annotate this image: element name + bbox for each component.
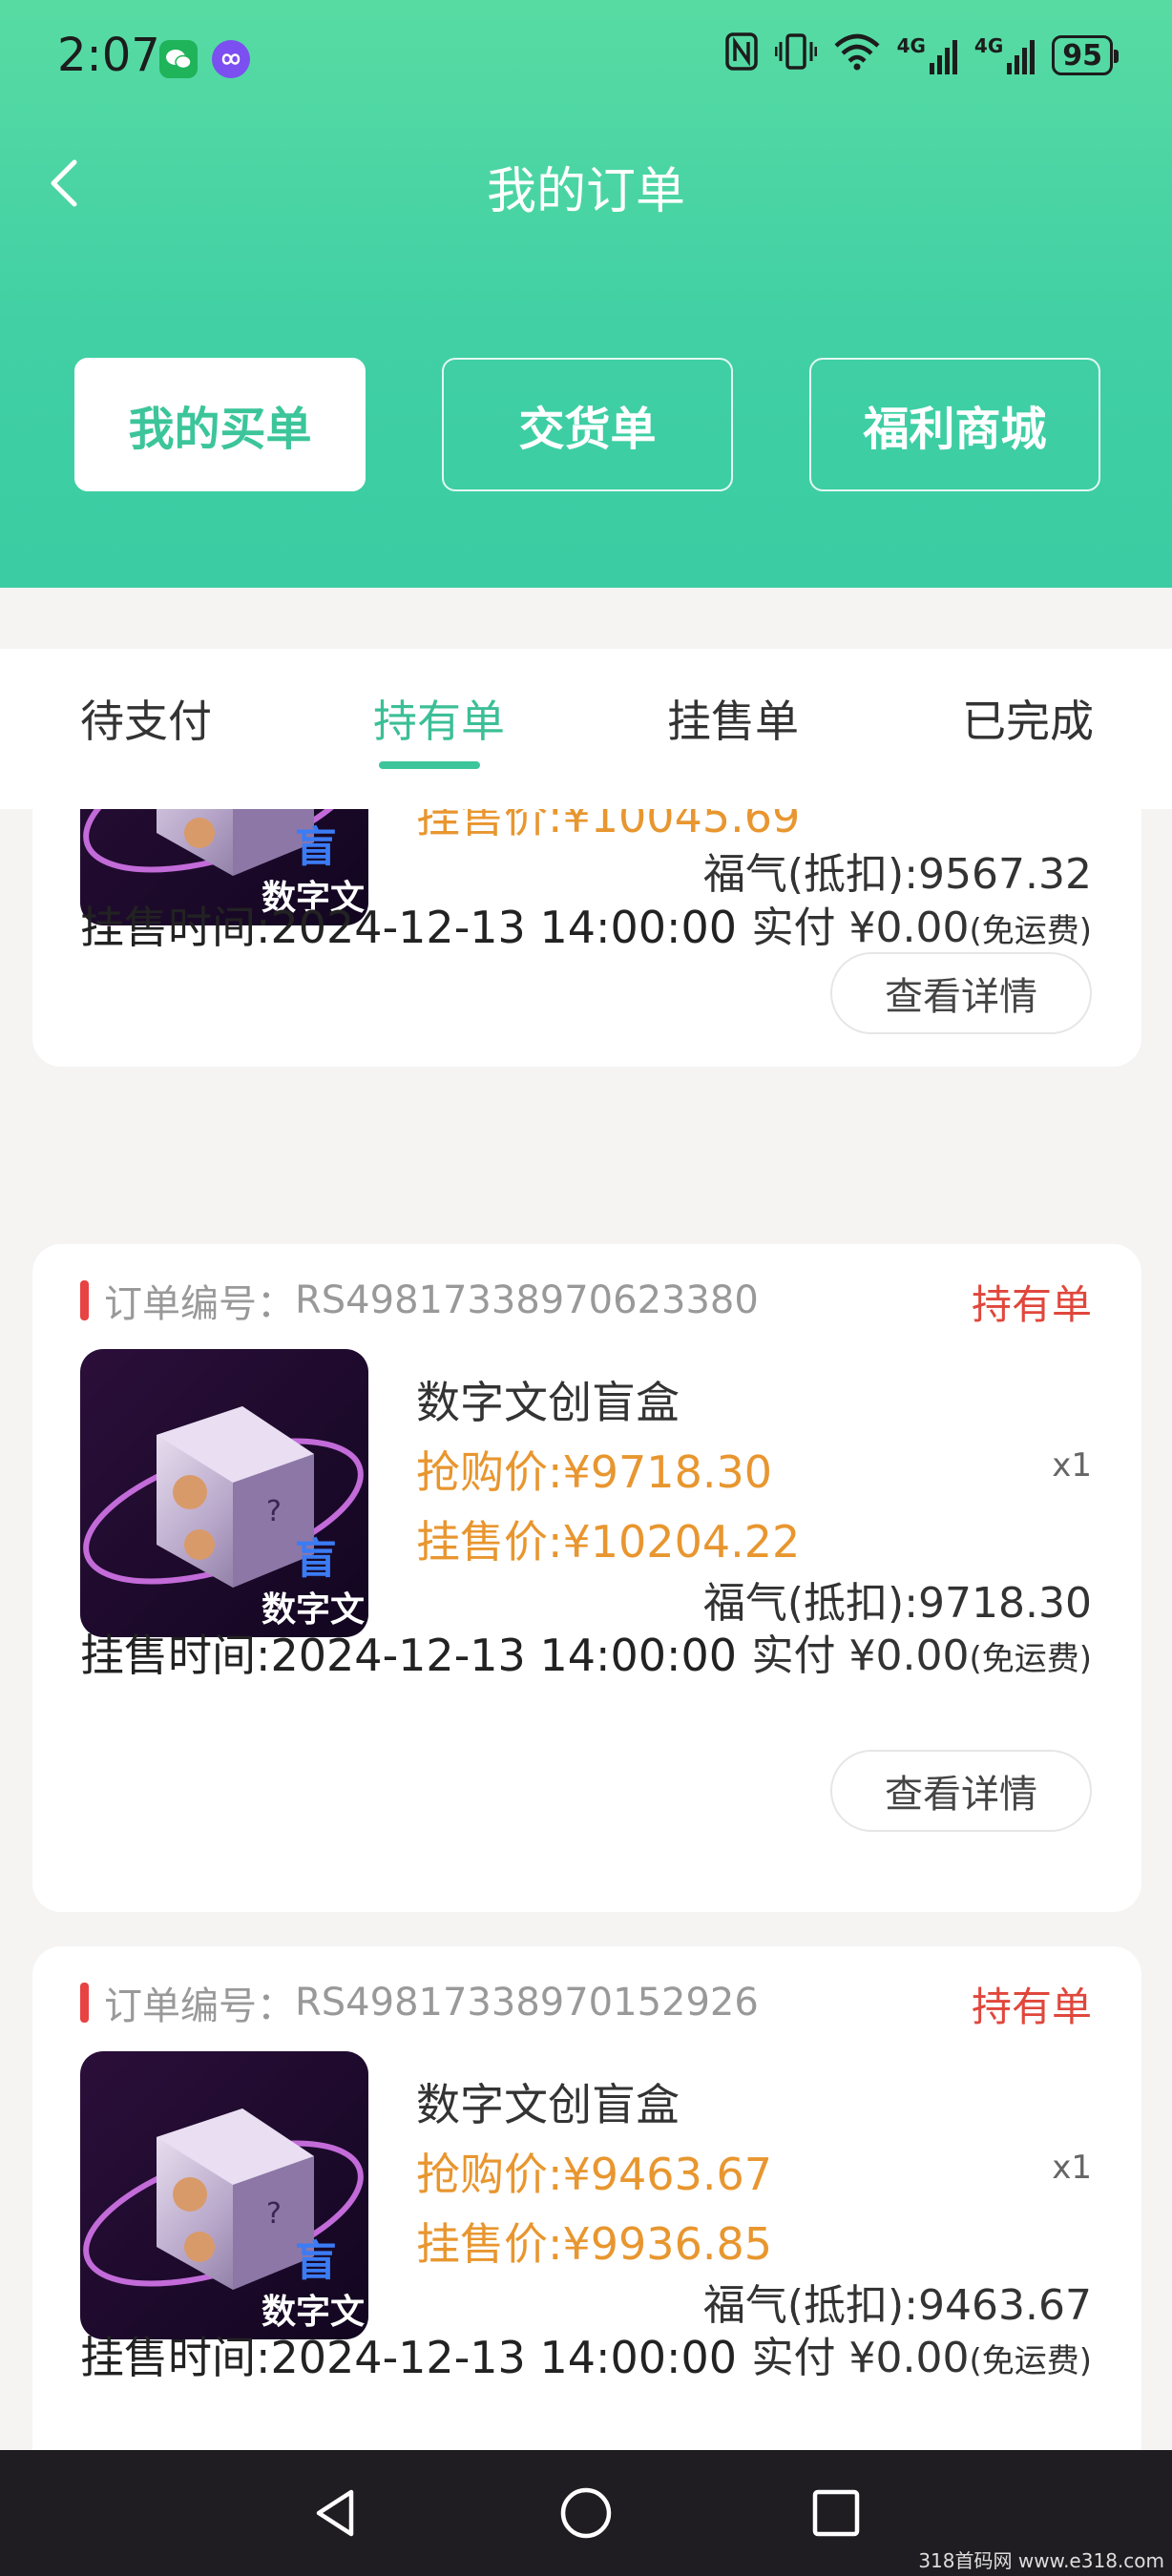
nav-recents-button[interactable] xyxy=(807,2484,865,2542)
buy-price: 抢购价:¥9718.30 xyxy=(416,1446,772,1498)
order-list[interactable]: ? 盲 数字文 挂售价:¥10045.69 福气(抵扣):9567.32 挂售时… xyxy=(0,809,1172,2450)
quantity: x1 xyxy=(1052,2149,1092,2187)
paid-amount: 实付 ¥0.00(免运费) xyxy=(752,893,1092,954)
order-card: 订单编号： RS49817338970152926 持有单 ? 盲 数字文 数字… xyxy=(32,1946,1141,2450)
listing-time: 挂售时间:2024-12-13 14:00:00 xyxy=(80,2332,738,2383)
paid-amount: 实付 ¥0.00(免运费) xyxy=(752,1621,1092,1682)
product-thumbnail[interactable]: ? 盲 数字文 xyxy=(80,1349,368,1637)
home-circle-icon xyxy=(560,2487,612,2539)
view-details-button[interactable]: 查看详情 xyxy=(830,1750,1092,1832)
order-number-label: 订单编号： xyxy=(104,1282,295,1326)
product-name: 数字文创盲盒 xyxy=(416,2079,680,2130)
recents-square-icon xyxy=(812,2489,860,2537)
battery-indicator: 95 xyxy=(1052,35,1119,75)
order-number: RS49817338970623380 xyxy=(295,1278,759,1322)
order-status-tabs: 待支付 持有单 挂售单 已完成 xyxy=(0,649,1172,809)
back-triangle-icon xyxy=(316,2489,354,2537)
paid-value: 实付 ¥0.00 xyxy=(751,2334,970,2382)
nav-back-button[interactable] xyxy=(307,2484,365,2542)
product-name: 数字文创盲盒 xyxy=(416,1377,680,1428)
accent-bar xyxy=(80,1280,89,1320)
svg-text:?: ? xyxy=(266,1495,282,1528)
nfc-icon xyxy=(724,32,758,78)
vibrate-icon xyxy=(774,32,818,78)
wifi-icon xyxy=(834,32,880,78)
wechat-icon xyxy=(159,40,198,78)
tab-delivery-orders[interactable]: 交货单 xyxy=(442,358,733,491)
active-tab-indicator xyxy=(379,761,480,769)
tab-pending-payment[interactable]: 待支付 xyxy=(80,687,212,750)
order-status: 持有单 xyxy=(971,1281,1092,1328)
quantity: x1 xyxy=(1052,1446,1092,1485)
tab-my-buy-orders[interactable]: 我的买单 xyxy=(74,358,366,491)
order-number: RS49817338970152926 xyxy=(295,1981,759,2025)
page-title: 我的订单 xyxy=(486,163,685,220)
svg-text:盲: 盲 xyxy=(295,823,337,872)
status-indicators: 4G 4G 95 xyxy=(724,32,1119,78)
paid-amount: 实付 ¥0.00(免运费) xyxy=(752,2323,1092,2384)
svg-text:?: ? xyxy=(266,2197,282,2231)
tab-welfare-mall[interactable]: 福利商城 xyxy=(809,358,1100,491)
order-number-row: 订单编号： RS49817338970623380 xyxy=(80,1273,759,1328)
order-card: 订单编号： RS49817338970623380 持有单 ? 盲 数字文 数字… xyxy=(32,1244,1141,1912)
order-status: 持有单 xyxy=(971,1984,1092,2030)
watermark: 318首码网 www.e318.com xyxy=(918,2549,1164,2572)
status-time: 2:07 xyxy=(57,29,160,82)
buy-price: 抢购价:¥9463.67 xyxy=(416,2149,772,2200)
fuqi-deduction: 福气(抵扣):9567.32 xyxy=(702,850,1092,899)
view-details-button[interactable]: 查看详情 xyxy=(830,952,1092,1034)
svg-text:盲: 盲 xyxy=(295,1535,337,1584)
nav-home-button[interactable] xyxy=(557,2484,615,2542)
status-bar: 2:07 4G 4G 95 xyxy=(0,0,1172,114)
shipping-note: (免运费) xyxy=(969,1640,1092,1678)
sell-price: 挂售价:¥10204.22 xyxy=(416,1516,801,1568)
listing-time: 挂售时间:2024-12-13 14:00:00 xyxy=(80,1630,738,1681)
svg-text:盲: 盲 xyxy=(295,2237,337,2286)
svg-text:?: ? xyxy=(266,809,282,817)
shipping-note: (免运费) xyxy=(969,2342,1092,2380)
soul-icon xyxy=(212,40,250,78)
order-card: ? 盲 数字文 挂售价:¥10045.69 福气(抵扣):9567.32 挂售时… xyxy=(32,809,1141,1067)
order-number-label: 订单编号： xyxy=(104,1984,295,2028)
signal-icon: 4G xyxy=(897,36,957,74)
listing-time: 挂售时间:2024-12-13 14:00:00 xyxy=(80,902,738,953)
shipping-note: (免运费) xyxy=(969,912,1092,950)
product-thumbnail[interactable]: ? 盲 数字文 xyxy=(80,2051,368,2339)
network-type-label: 4G xyxy=(896,34,926,57)
accent-bar xyxy=(80,1983,89,2023)
tab-completed[interactable]: 已完成 xyxy=(962,687,1094,750)
network-type-label: 4G xyxy=(973,34,1004,57)
signal-icon: 4G xyxy=(973,34,1036,74)
tab-on-sale[interactable]: 挂售单 xyxy=(667,687,799,750)
tab-holding[interactable]: 持有单 xyxy=(373,687,505,750)
paid-value: 实付 ¥0.00 xyxy=(751,1631,970,1680)
order-number-row: 订单编号： RS49817338970152926 xyxy=(80,1975,759,2030)
paid-value: 实付 ¥0.00 xyxy=(751,904,970,952)
sell-price: 挂售价:¥9936.85 xyxy=(416,2218,772,2270)
